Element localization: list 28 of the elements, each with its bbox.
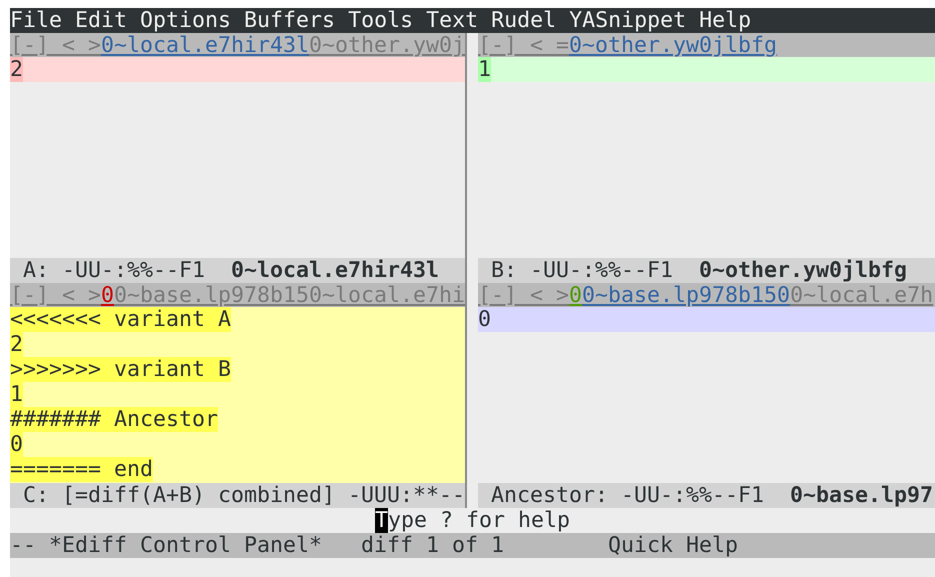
menu-item[interactable]: YASnippet bbox=[569, 8, 686, 33]
buffer-name: 0~base.lp97 bbox=[790, 483, 934, 508]
help-text: ype ? for help bbox=[388, 508, 570, 533]
menu-item[interactable]: File bbox=[10, 8, 62, 33]
menu-item[interactable]: Help bbox=[699, 8, 752, 33]
menu-item[interactable]: Edit bbox=[75, 8, 128, 33]
mode-line-text: Ancestor: -UU-:%%--F1 bbox=[490, 483, 766, 508]
tab-text: 0~base.lp978b150~local.e7hi bbox=[114, 283, 466, 307]
menu-item[interactable]: Buffers bbox=[244, 8, 336, 33]
current-tab-marker: 0 bbox=[101, 283, 114, 307]
text-cursor: T bbox=[374, 508, 388, 533]
tab-text: [-] < > bbox=[10, 33, 102, 57]
current-tab-marker: 0 bbox=[569, 283, 582, 307]
tab-text: [-] < > bbox=[10, 283, 102, 307]
mode-line-text: C: [=diff(A+B) combined] -UUU:**-- bbox=[22, 483, 466, 508]
mode-line-text: -- *Ediff Control Panel* diff 1 of 1 Quick Help bbox=[10, 533, 738, 558]
mode-line-text: A: -UU-:%%--F1 bbox=[22, 258, 206, 283]
tab-text: 0~other.yw0j bbox=[309, 33, 466, 57]
tab-text: [-] < > bbox=[478, 283, 570, 307]
menu-item[interactable]: Options bbox=[140, 8, 232, 33]
menu-item[interactable]: Tools bbox=[348, 8, 414, 33]
tab-text: [-] < = bbox=[478, 33, 570, 57]
tab-text: 0~local.e7h bbox=[790, 283, 934, 307]
buffer-name: 0~other.yw0jlbfg bbox=[699, 258, 908, 283]
buffer-name: 0~local.e7hir43l bbox=[231, 258, 440, 283]
mode-line-text: B: -UU-:%%--F1 bbox=[490, 258, 674, 283]
menu-item[interactable]: Rudel bbox=[491, 8, 556, 33]
menu-item[interactable]: Text bbox=[426, 8, 478, 33]
